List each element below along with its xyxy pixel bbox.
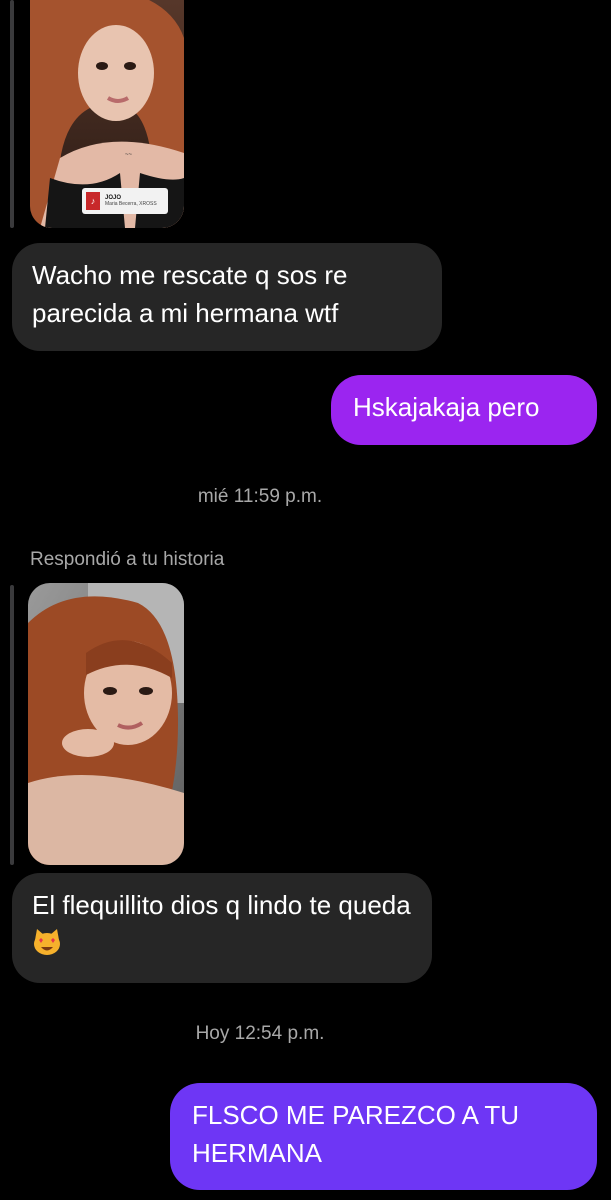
story-thumbnail[interactable] (28, 583, 184, 865)
message-text: Wacho me rescate q sos re parecida a mi … (32, 260, 348, 328)
album-cover-icon: ♪ (86, 192, 100, 210)
message-text: Hskajakaja pero (353, 392, 540, 422)
message-text: FLSCO ME PAREZCO A TU HERMANA (192, 1100, 519, 1168)
incoming-message-bubble[interactable]: El flequillito dios q lindo te queda (12, 873, 432, 983)
message-text: El flequillito dios q lindo te queda (32, 890, 411, 920)
reply-label: Respondió a tu historia (30, 549, 225, 570)
story-reply-indicator (10, 0, 14, 228)
music-artist: Maria Becerra, XROSS (105, 200, 157, 207)
story-photo-2 (28, 583, 184, 865)
story-reply-indicator (10, 585, 14, 865)
timestamp: mié 11:59 p.m. (197, 486, 323, 507)
outgoing-message-bubble[interactable]: Hskajakaja pero (331, 375, 597, 445)
timestamp: Hoy 12:54 p.m. (195, 1023, 325, 1044)
music-sticker[interactable]: ♪ JOJO Maria Becerra, XROSS (82, 188, 168, 214)
outgoing-message-bubble[interactable]: FLSCO ME PAREZCO A TU HERMANA (170, 1083, 597, 1190)
incoming-message-bubble[interactable]: Wacho me rescate q sos re parecida a mi … (12, 243, 442, 351)
smiling-cat-heart-eyes-icon (34, 929, 60, 955)
svg-text:~~: ~~ (125, 152, 133, 158)
